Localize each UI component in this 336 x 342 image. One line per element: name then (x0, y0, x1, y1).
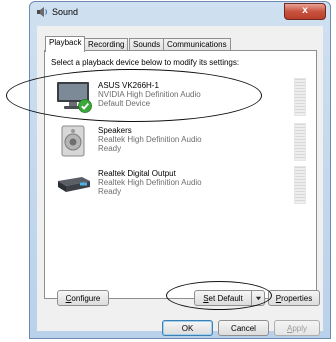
instruction-text: Select a playback device below to modify… (51, 58, 240, 67)
volume-meter (294, 78, 306, 116)
configure-button[interactable]: Configure (57, 290, 109, 306)
cancel-button[interactable]: Cancel (218, 320, 269, 336)
device-status: Ready (98, 187, 122, 196)
button-label-rest: onfigure (71, 294, 101, 303)
annotation-ellipse-set-default (166, 281, 272, 310)
tab-playback[interactable]: Playback (45, 36, 86, 52)
device-status: Ready (98, 144, 122, 153)
apply-button[interactable]: Apply (274, 320, 320, 336)
device-description: Realtek High Definition Audio (98, 178, 202, 187)
device-name: Speakers (98, 126, 132, 135)
close-icon: x (302, 5, 308, 16)
speaker-icon (37, 7, 47, 17)
button-label-rest: pply (292, 324, 308, 333)
volume-meter (294, 123, 306, 161)
digital-output-icon (58, 177, 90, 192)
device-item-speakers[interactable]: Speakers Realtek High Definition Audio R… (50, 120, 312, 162)
device-description: Realtek High Definition Audio (98, 135, 202, 144)
speaker-icon (61, 125, 85, 157)
window-title: Sound (52, 7, 79, 17)
title-bar[interactable]: Sound x (30, 2, 330, 24)
button-label-rest: roperties (281, 294, 313, 303)
volume-meter (294, 166, 306, 204)
properties-button[interactable]: Properties (268, 290, 320, 306)
close-button[interactable]: x (284, 3, 326, 20)
device-name: Realtek Digital Output (98, 169, 176, 178)
annotation-ellipse-default-device (6, 69, 262, 122)
ok-button[interactable]: OK (162, 320, 213, 336)
device-item-digital-output[interactable]: Realtek Digital Output Realtek High Defi… (50, 163, 312, 205)
